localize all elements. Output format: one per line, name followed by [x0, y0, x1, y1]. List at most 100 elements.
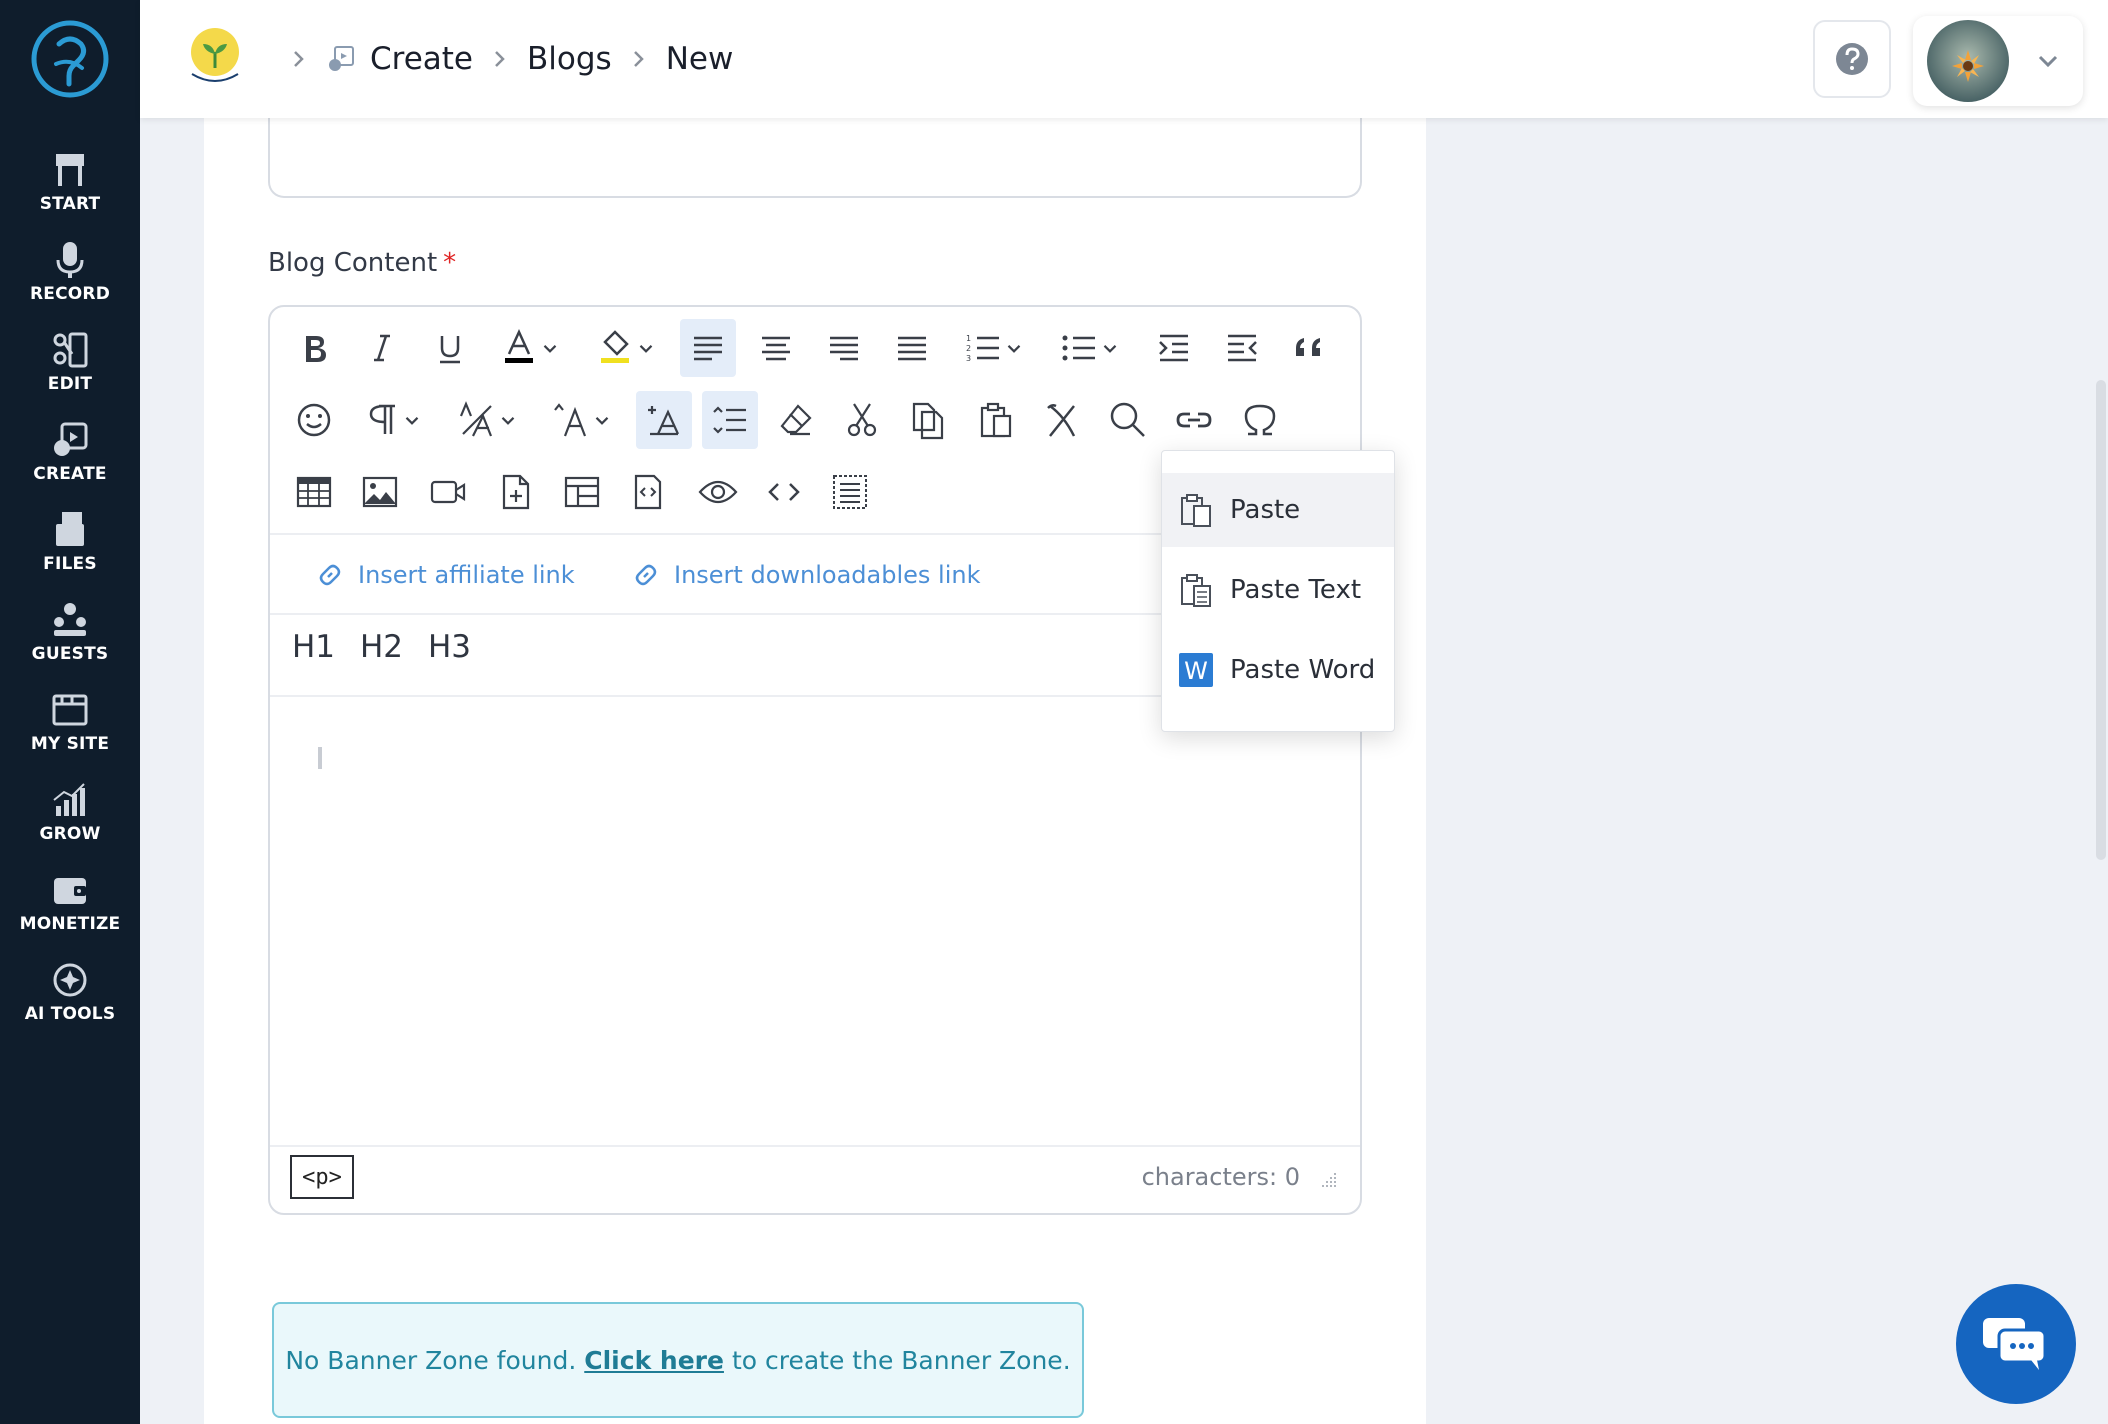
- special-character-button[interactable]: [1234, 391, 1286, 449]
- sidebar-item-start[interactable]: START: [0, 150, 140, 230]
- word-badge-text: W: [1184, 657, 1208, 685]
- sidebar-item-label: GROW: [39, 824, 101, 844]
- insert-layout-button[interactable]: [556, 463, 608, 521]
- table-icon: [296, 476, 332, 508]
- help-button[interactable]: [1813, 20, 1891, 98]
- sidebar-item-files[interactable]: FILES: [0, 510, 140, 590]
- copy-button[interactable]: [902, 391, 954, 449]
- app-logo[interactable]: [29, 18, 111, 100]
- paste-menu-item[interactable]: Paste: [1162, 473, 1394, 547]
- indent-button[interactable]: [1146, 319, 1202, 377]
- insert-affiliate-link-button[interactable]: Insert affiliate link: [314, 553, 575, 597]
- highlight-color-button[interactable]: [588, 319, 664, 377]
- sidebar-item-guests[interactable]: GUESTS: [0, 600, 140, 680]
- preview-button[interactable]: [690, 463, 746, 521]
- paste-label: Paste: [1230, 495, 1301, 525]
- sidebar-item-label: EDIT: [47, 374, 93, 394]
- outdent-button[interactable]: [1214, 319, 1270, 377]
- insert-image-button[interactable]: [354, 463, 406, 521]
- breadcrumb-create[interactable]: Create: [370, 41, 473, 77]
- insert-file-button[interactable]: [490, 463, 542, 521]
- heading-3-button[interactable]: H3: [428, 629, 471, 665]
- profile-menu-button[interactable]: [1913, 16, 2083, 106]
- align-right-icon: [830, 336, 858, 361]
- sidebar-item-monetize[interactable]: MONETIZE: [0, 870, 140, 950]
- sidebar-item-label: START: [39, 194, 101, 214]
- clear-format-button[interactable]: [770, 391, 822, 449]
- text-color-button[interactable]: [492, 319, 568, 377]
- italic-button[interactable]: [356, 319, 408, 377]
- bold-button[interactable]: [288, 319, 340, 377]
- chevron-down-icon: [1103, 345, 1117, 353]
- no-banner-zone-alert: No Banner Zone found. Click here to crea…: [272, 1302, 1084, 1418]
- cut-button[interactable]: [836, 391, 888, 449]
- sidebar-item-my-site[interactable]: MY SITE: [0, 690, 140, 770]
- blockquote-button[interactable]: [1282, 319, 1338, 377]
- heading-1-button[interactable]: H1: [292, 629, 335, 665]
- link-icon: [319, 564, 341, 586]
- insert-downloadables-link-button[interactable]: Insert downloadables link: [630, 553, 980, 597]
- podcast-logo[interactable]: [182, 22, 248, 88]
- align-left-icon: [694, 336, 722, 361]
- resize-handle-icon[interactable]: [1318, 1169, 1338, 1189]
- breadcrumb: Create Blogs New: [272, 0, 733, 118]
- ordered-list-button[interactable]: 123: [954, 319, 1034, 377]
- video-icon: [430, 480, 466, 504]
- chat-widget-button[interactable]: [1956, 1284, 2076, 1404]
- create-icon: [54, 422, 88, 456]
- sidebar-item-ai-tools[interactable]: AI TOOLS: [0, 960, 140, 1040]
- breadcrumb-new: New: [665, 41, 734, 77]
- sidebar-item-record[interactable]: RECORD: [0, 240, 140, 320]
- underline-button[interactable]: [424, 319, 476, 377]
- chevron-down-icon: [1007, 345, 1021, 353]
- find-button[interactable]: [1102, 391, 1154, 449]
- sidebar-item-label: MY SITE: [30, 734, 110, 754]
- link-icon: [635, 564, 657, 586]
- spacing-button[interactable]: [702, 391, 758, 449]
- align-right-button[interactable]: [816, 319, 872, 377]
- page-scrollbar[interactable]: [2096, 380, 2106, 860]
- select-all-button[interactable]: [824, 463, 876, 521]
- banner-prefix-text: No Banner Zone found.: [285, 1345, 577, 1375]
- align-left-button[interactable]: [680, 319, 736, 377]
- emoji-button[interactable]: [288, 391, 340, 449]
- insert-table-button[interactable]: [288, 463, 340, 521]
- text-height-icon: [648, 406, 680, 436]
- sidebar-item-create[interactable]: CREATE: [0, 420, 140, 500]
- font-family-button[interactable]: [448, 391, 528, 449]
- guests-icon: [54, 603, 86, 636]
- insert-link-button[interactable]: [1168, 391, 1220, 449]
- image-icon: [362, 476, 398, 508]
- remove-format-button[interactable]: [1036, 391, 1088, 449]
- sidebar: START RECORD EDIT CREATE FILES GUESTS MY…: [0, 0, 140, 1424]
- insert-video-button[interactable]: [422, 463, 474, 521]
- editor-content-area[interactable]: [270, 697, 1360, 1147]
- paragraph-format-button[interactable]: [352, 391, 432, 449]
- breadcrumb-blogs[interactable]: Blogs: [527, 41, 612, 77]
- sidebar-item-grow[interactable]: GROW: [0, 780, 140, 860]
- heading-2-button[interactable]: H2: [360, 629, 403, 665]
- font-size-button[interactable]: [542, 391, 622, 449]
- bullet-list-button[interactable]: [1050, 319, 1130, 377]
- line-height-button[interactable]: [636, 391, 692, 449]
- insert-downloadables-link-label: Insert downloadables link: [674, 561, 981, 589]
- paste-text-menu-item[interactable]: Paste Text: [1162, 553, 1394, 627]
- sidebar-item-edit[interactable]: EDIT: [0, 330, 140, 410]
- field-label-text: Blog Content: [268, 248, 438, 278]
- text-color-icon: [505, 328, 533, 363]
- chevron-down-icon: [2038, 55, 2058, 68]
- clipboard-text-icon: [1181, 574, 1211, 607]
- element-path-tag[interactable]: <p>: [290, 1155, 354, 1199]
- insert-affiliate-link-label: Insert affiliate link: [358, 561, 575, 589]
- paste-word-menu-item[interactable]: W Paste Word: [1162, 633, 1394, 707]
- sidebar-item-label: GUESTS: [31, 644, 109, 664]
- paste-button[interactable]: [970, 391, 1022, 449]
- align-center-button[interactable]: [748, 319, 804, 377]
- insert-embed-button[interactable]: [622, 463, 674, 521]
- paste-word-label: Paste Word: [1230, 655, 1376, 685]
- align-justify-button[interactable]: [884, 319, 940, 377]
- source-code-button[interactable]: [758, 463, 810, 521]
- create-banner-zone-link[interactable]: Click here: [584, 1346, 724, 1375]
- link-icon: [1176, 412, 1212, 428]
- embed-icon: [634, 474, 662, 510]
